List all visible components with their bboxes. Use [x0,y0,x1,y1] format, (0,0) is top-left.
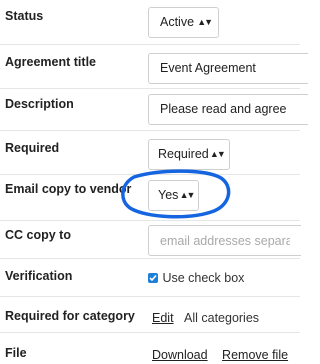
status-label: Status [5,9,44,23]
annotation-circle [121,169,231,219]
cc-copy-label: CC copy to [5,228,71,242]
agreement-title-input[interactable]: Event Agreement [148,53,308,84]
verification-checkbox[interactable]: Use check box [148,269,244,286]
email-copy-label: Email copy to vendor [5,182,132,196]
status-select[interactable]: Active ▲▼ [148,7,220,38]
required-label: Required [5,141,60,155]
verification-row: Verification Use check box [0,258,300,297]
description-row: Description Please read and agree [0,88,308,131]
download-link[interactable]: Download [152,348,208,362]
cc-copy-input[interactable] [148,225,301,256]
required-for-category-row: Required for category Edit All categorie… [0,296,300,333]
cc-copy-row: CC copy to [0,220,301,259]
required-select-value: Required [158,147,209,161]
edit-category-link[interactable]: Edit [152,311,174,325]
agreement-title-row: Agreement title Event Agreement [0,44,308,89]
remove-file-link[interactable]: Remove file [222,348,288,362]
description-label: Description [5,97,74,111]
file-label: File [5,346,27,360]
verification-checkbox-label: Use check box [162,271,245,285]
status-row: Status Active ▲▼ [0,0,300,45]
required-for-category-label: Required for category [5,309,135,323]
up-down-arrows-icon: ▲▼ [197,17,213,27]
category-value: All categories [184,311,260,325]
status-select-value: Active [160,15,195,29]
verification-label: Verification [5,269,73,283]
file-row: File Download Remove file [0,332,300,363]
checkmark-icon[interactable] [148,273,158,283]
description-input[interactable]: Please read and agree [148,94,308,125]
agreement-title-label: Agreement title [5,55,96,69]
up-down-arrows-icon: ▲▼ [209,149,226,159]
required-select[interactable]: Required ▲▼ [148,139,230,170]
